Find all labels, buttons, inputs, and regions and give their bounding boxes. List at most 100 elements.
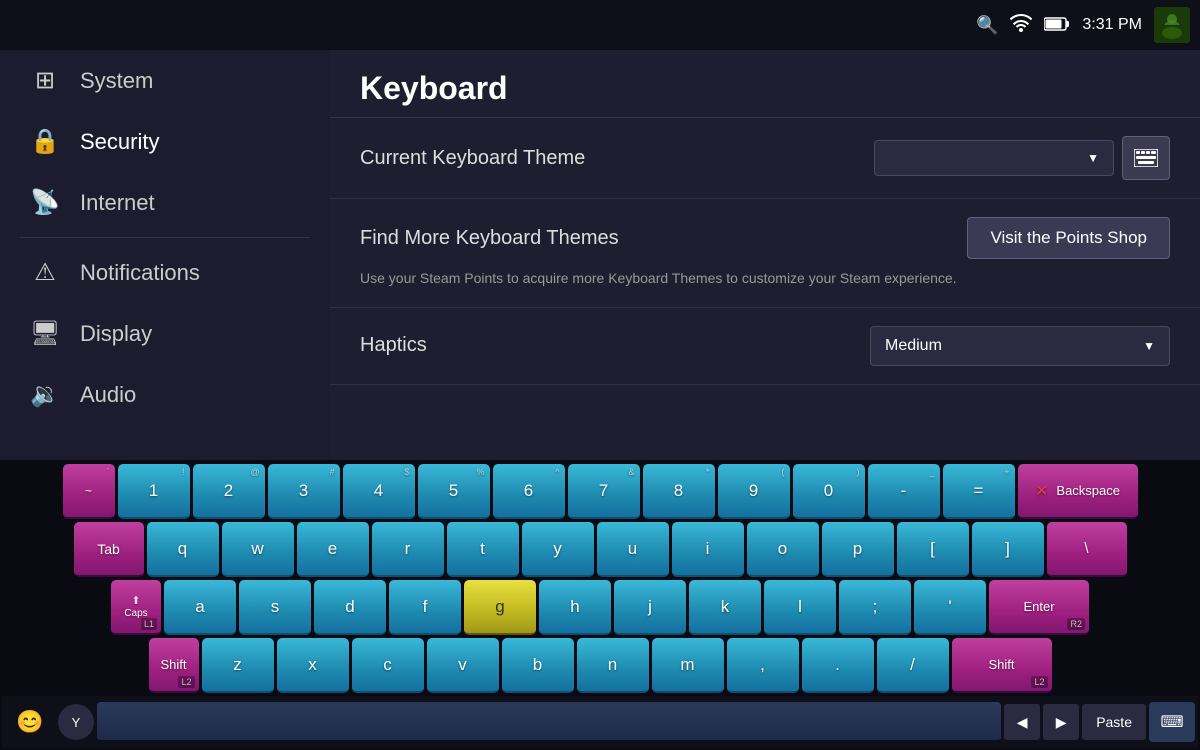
- keyboard-theme-dropdown[interactable]: ▼: [874, 140, 1114, 176]
- haptics-dropdown[interactable]: Medium ▼: [870, 326, 1170, 366]
- key-o[interactable]: o: [747, 522, 819, 577]
- y-button[interactable]: Y: [58, 704, 94, 740]
- page-title: Keyboard: [360, 70, 1170, 107]
- settings-section: Current Keyboard Theme ▼: [330, 117, 1200, 385]
- sidebar-item-internet[interactable]: 📡 Internet: [0, 172, 330, 233]
- key-i[interactable]: i: [672, 522, 744, 577]
- key-k[interactable]: k: [689, 580, 761, 635]
- keyboard: ~ ` !1 @2 #3 $4 %5 ^6 &7 *8 (9 )0 _- += …: [0, 460, 1200, 750]
- key-enter[interactable]: R2 Enter: [989, 580, 1089, 635]
- visit-points-shop-button[interactable]: Visit the Points Shop: [967, 217, 1170, 259]
- haptics-chevron-icon: ▼: [1143, 339, 1155, 353]
- key-q[interactable]: q: [147, 522, 219, 577]
- keyboard-theme-control: ▼: [874, 136, 1170, 180]
- key-6[interactable]: ^6: [493, 464, 565, 519]
- key-n[interactable]: n: [577, 638, 649, 693]
- sidebar-item-label: Security: [80, 129, 159, 155]
- find-more-description: Use your Steam Points to acquire more Ke…: [360, 269, 1170, 289]
- key-l[interactable]: l: [764, 580, 836, 635]
- key-u[interactable]: u: [597, 522, 669, 577]
- key-f[interactable]: f: [389, 580, 461, 635]
- key-d[interactable]: d: [314, 580, 386, 635]
- key-j[interactable]: j: [614, 580, 686, 635]
- key-1[interactable]: !1: [118, 464, 190, 519]
- wifi-icon: [1010, 14, 1032, 37]
- key-c[interactable]: c: [352, 638, 424, 693]
- key-comma[interactable]: ,: [727, 638, 799, 693]
- haptics-row: Haptics Medium ▼: [330, 308, 1200, 385]
- key-equals[interactable]: +=: [943, 464, 1015, 519]
- key-shift-right[interactable]: L2 Shift: [952, 638, 1052, 693]
- spacebar[interactable]: [97, 702, 1001, 742]
- emoji-button[interactable]: 😊: [5, 700, 55, 744]
- sidebar-item-label: Audio: [80, 382, 136, 408]
- search-icon[interactable]: 🔍: [976, 15, 998, 36]
- keyboard-theme-label: Current Keyboard Theme: [360, 147, 854, 170]
- key-3[interactable]: #3: [268, 464, 340, 519]
- audio-icon: 🔉: [30, 380, 60, 409]
- key-w[interactable]: w: [222, 522, 294, 577]
- key-4[interactable]: $4: [343, 464, 415, 519]
- key-y[interactable]: y: [522, 522, 594, 577]
- top-bar: 🔍 3:31 PM: [0, 0, 1200, 50]
- key-x[interactable]: x: [277, 638, 349, 693]
- sidebar-item-system[interactable]: ⊞ System: [0, 50, 330, 111]
- key-lbracket[interactable]: [: [897, 522, 969, 577]
- key-tab[interactable]: Tab: [74, 522, 144, 577]
- key-slash[interactable]: /: [877, 638, 949, 693]
- notifications-icon: ⚠: [30, 258, 60, 287]
- key-z[interactable]: z: [202, 638, 274, 693]
- avatar[interactable]: [1154, 7, 1190, 43]
- key-r[interactable]: r: [372, 522, 444, 577]
- find-more-label: Find More Keyboard Themes: [360, 227, 619, 250]
- key-backtick[interactable]: ~ `: [63, 464, 115, 519]
- key-e[interactable]: e: [297, 522, 369, 577]
- key-shift-left[interactable]: L2 Shift: [149, 638, 199, 693]
- key-s[interactable]: s: [239, 580, 311, 635]
- left-arrow-button[interactable]: ◀: [1004, 704, 1040, 740]
- battery-icon: [1044, 15, 1070, 36]
- sidebar-item-label: System: [80, 68, 153, 94]
- keyboard-row-asdf: ⬆ Caps L1 a s d f g h j k l ; ' R2 Enter: [2, 580, 1198, 635]
- key-quote[interactable]: ': [914, 580, 986, 635]
- keyboard-theme-row: Current Keyboard Theme ▼: [330, 118, 1200, 199]
- key-minus[interactable]: _-: [868, 464, 940, 519]
- key-b[interactable]: b: [502, 638, 574, 693]
- sidebar-item-notifications[interactable]: ⚠ Notifications: [0, 242, 330, 303]
- key-a[interactable]: a: [164, 580, 236, 635]
- key-rbracket[interactable]: ]: [972, 522, 1044, 577]
- key-caps[interactable]: ⬆ Caps L1: [111, 580, 161, 635]
- key-2[interactable]: @2: [193, 464, 265, 519]
- right-arrow-button[interactable]: ▶: [1043, 704, 1079, 740]
- haptics-label: Haptics: [360, 334, 850, 357]
- system-icon: ⊞: [30, 66, 60, 95]
- key-period[interactable]: .: [802, 638, 874, 693]
- paste-button[interactable]: Paste: [1082, 704, 1146, 740]
- key-g[interactable]: g: [464, 580, 536, 635]
- keyboard-layout-button[interactable]: ⌨: [1149, 702, 1195, 742]
- keyboard-preview-button[interactable]: [1122, 136, 1170, 180]
- sidebar-item-label: Notifications: [80, 260, 200, 286]
- key-t[interactable]: t: [447, 522, 519, 577]
- sidebar-item-security[interactable]: 🔒 Security: [0, 111, 330, 172]
- sidebar-item-label: Display: [80, 321, 152, 347]
- key-p[interactable]: p: [822, 522, 894, 577]
- key-5[interactable]: %5: [418, 464, 490, 519]
- keyboard-bottom-bar: 😊 Y ◀ ▶ Paste ⌨: [2, 696, 1198, 748]
- key-0[interactable]: )0: [793, 464, 865, 519]
- key-semicolon[interactable]: ;: [839, 580, 911, 635]
- find-more-top: Find More Keyboard Themes Visit the Poin…: [360, 217, 1170, 259]
- sidebar-item-audio[interactable]: 🔉 Audio: [0, 364, 330, 425]
- key-backspace[interactable]: ✕ Backspace: [1018, 464, 1138, 519]
- key-h[interactable]: h: [539, 580, 611, 635]
- key-m[interactable]: m: [652, 638, 724, 693]
- key-backslash[interactable]: \: [1047, 522, 1127, 577]
- keyboard-row-zxcv: L2 Shift z x c v b n m , . / L2 Shift: [2, 638, 1198, 693]
- key-9[interactable]: (9: [718, 464, 790, 519]
- content-header: Keyboard: [330, 50, 1200, 117]
- sidebar-divider: [20, 237, 310, 238]
- key-7[interactable]: &7: [568, 464, 640, 519]
- key-v[interactable]: v: [427, 638, 499, 693]
- key-8[interactable]: *8: [643, 464, 715, 519]
- sidebar-item-display[interactable]: 🖥 Display: [0, 303, 330, 364]
